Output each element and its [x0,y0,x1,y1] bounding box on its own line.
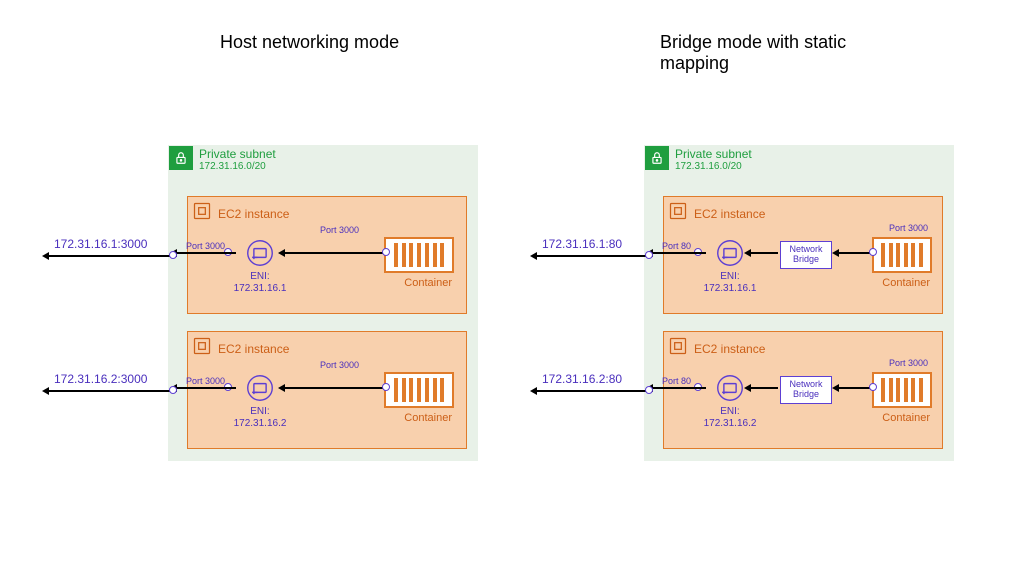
subnet-cidr: 172.31.16.0/20 [675,161,752,172]
arrow-bridge-to-eni [750,387,778,389]
left-title: Host networking mode [220,32,399,53]
arrow-container-to-eni [284,387,384,389]
chip-icon [668,336,688,361]
container-box [384,372,454,408]
container-port-label: Port 3000 [320,360,359,370]
host-port-label: Port 80 [662,241,691,251]
arrow-container-to-bridge [838,387,872,389]
ec2-instance-1: EC2 instance ENI:172.31.16.1 Network Bri… [663,196,943,314]
host-port-label: Port 80 [662,376,691,386]
container-port-dot [869,383,877,391]
subnet-name: Private subnet [675,147,752,161]
ec2-instance-2: EC2 instance ENI:172.31.16.2 Container P… [187,331,467,449]
external-port-dot-2 [169,386,177,394]
ec2-instance-2: EC2 instance ENI:172.31.16.2 Network Bri… [663,331,943,449]
eni-label: ENI:172.31.16.1 [700,271,760,295]
container-label: Container [404,277,452,289]
external-arrow-1 [48,255,174,257]
container-label: Container [882,412,930,424]
subnet-name: Private subnet [199,147,276,161]
ec2-instance-1: EC2 instance ENI:172.31.16.1 Container P… [187,196,467,314]
network-bridge: Network Bridge [780,241,832,269]
eni-icon [246,239,274,267]
arrow-container-to-eni [284,252,384,254]
external-endpoint-4: 172.31.16.2:80 [542,372,622,386]
eni-icon [716,239,744,267]
container-port-label: Port 3000 [889,358,928,368]
arrow-container-to-bridge [838,252,872,254]
external-port-dot-1 [169,251,177,259]
chip-icon [192,336,212,361]
subnet-header: Private subnet 172.31.16.0/20 [169,146,276,172]
external-port-dot-4 [645,386,653,394]
lock-icon [645,146,669,170]
container-port-label: Port 3000 [889,223,928,233]
subnet-cidr: 172.31.16.0/20 [199,161,276,172]
container-port-dot [869,248,877,256]
external-arrow-4 [536,390,650,392]
right-title: Bridge mode with static mapping [660,32,880,74]
external-endpoint-1: 172.31.16.1:3000 [54,237,147,251]
external-endpoint-2: 172.31.16.2:3000 [54,372,147,386]
arrow-eni-to-edge [652,387,706,389]
ec2-label: EC2 instance [694,207,765,221]
external-endpoint-3: 172.31.16.1:80 [542,237,622,251]
eni-label: ENI:172.31.16.2 [230,406,290,430]
left-subnet: Private subnet 172.31.16.0/20 EC2 instan… [168,145,478,461]
right-subnet: Private subnet 172.31.16.0/20 EC2 instan… [644,145,954,461]
eni-label: ENI:172.31.16.2 [700,406,760,430]
ec2-label: EC2 instance [694,342,765,356]
external-arrow-2 [48,390,174,392]
container-port-dot [382,248,390,256]
arrow-eni-to-edge [176,387,236,389]
arrow-bridge-to-eni [750,252,778,254]
eni-icon [246,374,274,402]
container-port-dot [382,383,390,391]
ec2-label: EC2 instance [218,342,289,356]
subnet-header: Private subnet 172.31.16.0/20 [645,146,752,172]
ec2-label: EC2 instance [218,207,289,221]
arrow-eni-to-edge [176,252,236,254]
container-label: Container [404,412,452,424]
container-label: Container [882,277,930,289]
container-box [872,237,932,273]
container-box [872,372,932,408]
container-port-label: Port 3000 [320,225,359,235]
container-box [384,237,454,273]
host-port-label: Port 3000 [186,241,225,251]
external-port-dot-3 [645,251,653,259]
external-arrow-3 [536,255,650,257]
eni-icon [716,374,744,402]
arrow-eni-to-edge [652,252,706,254]
eni-label: ENI:172.31.16.1 [230,271,290,295]
chip-icon [192,201,212,226]
lock-icon [169,146,193,170]
network-bridge: Network Bridge [780,376,832,404]
host-port-label: Port 3000 [186,376,225,386]
chip-icon [668,201,688,226]
